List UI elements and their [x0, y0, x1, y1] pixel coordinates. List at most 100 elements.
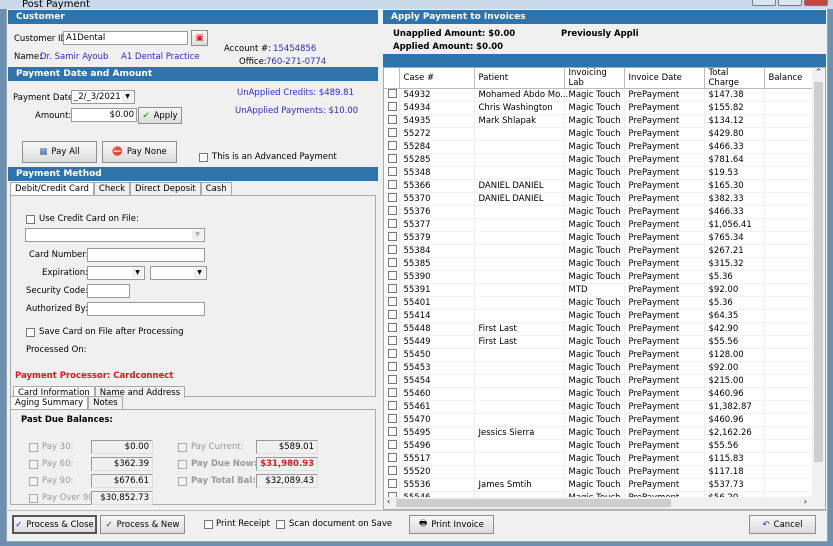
row-select-cell[interactable] — [384, 127, 400, 141]
tab-cash[interactable]: Cash — [200, 182, 232, 195]
table-row[interactable]: 55391 MTD PrePayment $92.00 — [384, 283, 813, 297]
table-row[interactable]: 55448 First Last Magic Touch PrePayment $42.… — [384, 322, 813, 336]
use-card-on-file-checkbox[interactable] — [26, 215, 35, 224]
row-checkbox[interactable] — [388, 453, 397, 462]
print-receipt-checkbox[interactable] — [204, 520, 213, 529]
pay-checkbox[interactable] — [29, 494, 38, 503]
row-checkbox[interactable] — [388, 193, 397, 202]
row-select-cell[interactable] — [384, 413, 400, 427]
scroll-left-icon[interactable]: ‹ — [387, 497, 390, 506]
table-row[interactable]: 54934 Chris Washington Magic Touch PrePayme… — [384, 101, 813, 115]
row-select-cell[interactable] — [384, 387, 400, 401]
pay-checkbox[interactable] — [178, 477, 187, 486]
table-row[interactable]: 55385 Magic Touch PrePayment $315.32 — [384, 257, 813, 271]
minimize-button[interactable] — [752, 0, 776, 6]
row-checkbox[interactable] — [388, 427, 397, 436]
row-select-cell[interactable] — [384, 101, 400, 115]
row-select-cell[interactable] — [384, 166, 400, 180]
card-on-file-select[interactable]: ▼ — [25, 228, 205, 242]
table-row[interactable]: 55348 Magic Touch PrePayment $19.53 — [384, 166, 813, 180]
scroll-thumb[interactable] — [814, 82, 823, 462]
table-row[interactable]: 55517 Magic Touch PrePayment $115.83 — [384, 452, 813, 466]
row-select-cell[interactable] — [384, 153, 400, 167]
row-checkbox[interactable] — [388, 375, 397, 384]
row-checkbox[interactable] — [388, 414, 397, 423]
table-row[interactable]: 55449 First Last Magic Touch PrePayment $55.… — [384, 335, 813, 349]
save-card-checkbox[interactable] — [26, 328, 35, 337]
row-select-cell[interactable] — [384, 283, 400, 297]
row-checkbox[interactable] — [388, 349, 397, 358]
row-checkbox[interactable] — [388, 128, 397, 137]
table-row[interactable]: 55285 Magic Touch PrePayment $781.64 — [384, 153, 813, 167]
row-select-cell[interactable] — [384, 465, 400, 479]
row-checkbox[interactable] — [388, 219, 397, 228]
table-row[interactable]: 55520 Magic Touch PrePayment $117.18 — [384, 465, 813, 479]
advanced-payment-checkbox[interactable] — [199, 153, 208, 162]
row-checkbox[interactable] — [388, 271, 397, 280]
row-checkbox[interactable] — [388, 362, 397, 371]
expiration-year-select[interactable]: ▼ — [150, 266, 207, 280]
row-checkbox[interactable] — [388, 102, 397, 111]
row-select-cell[interactable] — [384, 478, 400, 492]
print-invoice-button[interactable]: 🖶 Print Invoice — [409, 515, 494, 534]
scroll-thumb-h[interactable] — [396, 499, 671, 507]
table-row[interactable]: 54935 Mark Shlapak Magic Touch PrePayment $1… — [384, 114, 813, 128]
column-header[interactable]: Invoicing Lab — [564, 68, 625, 89]
tab-notes[interactable]: Notes — [88, 396, 123, 409]
row-checkbox[interactable] — [388, 466, 397, 475]
horizontal-scrollbar[interactable]: ‹ › — [384, 497, 825, 509]
pay-checkbox[interactable] — [29, 460, 38, 469]
table-row[interactable]: 55272 Magic Touch PrePayment $429.80 — [384, 127, 813, 141]
row-checkbox[interactable] — [388, 89, 397, 98]
table-row[interactable]: 55414 Magic Touch PrePayment $64.35 — [384, 309, 813, 323]
amount-input[interactable]: $0.00 — [71, 108, 137, 122]
tab-debit-credit[interactable]: Debit/Credit Card — [10, 182, 94, 195]
scan-document-checkbox[interactable] — [276, 520, 285, 529]
row-checkbox[interactable] — [388, 245, 397, 254]
tab-check[interactable]: Check — [93, 182, 131, 195]
row-checkbox[interactable] — [388, 258, 397, 267]
table-row[interactable]: 55450 Magic Touch PrePayment $128.00 — [384, 348, 813, 362]
row-select-cell[interactable] — [384, 296, 400, 310]
row-checkbox[interactable] — [388, 206, 397, 215]
row-select-cell[interactable] — [384, 374, 400, 388]
column-header[interactable]: Balance — [764, 68, 813, 89]
row-select-cell[interactable] — [384, 231, 400, 245]
scroll-up-icon[interactable]: ^ — [812, 68, 825, 76]
customer-id-input[interactable]: A1Dental — [63, 31, 188, 45]
row-select-cell[interactable] — [384, 257, 400, 271]
row-select-cell[interactable] — [384, 88, 400, 102]
row-checkbox[interactable] — [388, 323, 397, 332]
row-checkbox[interactable] — [388, 154, 397, 163]
pay-none-button[interactable]: ⛔ Pay None — [102, 141, 177, 163]
cancel-button[interactable]: ↶ Cancel — [749, 515, 816, 534]
row-checkbox[interactable] — [388, 401, 397, 410]
row-select-cell[interactable] — [384, 140, 400, 154]
row-select-cell[interactable] — [384, 348, 400, 362]
row-select-cell[interactable] — [384, 309, 400, 323]
row-checkbox[interactable] — [388, 232, 397, 241]
row-checkbox[interactable] — [388, 479, 397, 488]
table-row[interactable]: 55390 Magic Touch PrePayment $5.36 — [384, 270, 813, 284]
card-number-input[interactable] — [87, 248, 205, 262]
expiration-month-select[interactable]: ▼ — [87, 266, 145, 280]
row-select-cell[interactable] — [384, 426, 400, 440]
table-row[interactable]: 55460 Magic Touch PrePayment $460.96 — [384, 387, 813, 401]
row-select-cell[interactable] — [384, 439, 400, 453]
table-row[interactable]: 55470 Magic Touch PrePayment $460.96 — [384, 413, 813, 427]
process-close-button[interactable]: ✓ Process & Close — [12, 515, 97, 534]
customer-lookup-button[interactable]: ▣ — [191, 30, 208, 46]
process-new-button[interactable]: ✓ Process & New — [100, 515, 185, 534]
pay-checkbox[interactable] — [29, 477, 38, 486]
row-select-cell[interactable] — [384, 322, 400, 336]
row-checkbox[interactable] — [388, 284, 397, 293]
row-checkbox[interactable] — [388, 336, 397, 345]
table-row[interactable]: 55401 Magic Touch PrePayment $5.36 — [384, 296, 813, 310]
close-button[interactable] — [804, 0, 828, 6]
row-checkbox[interactable] — [388, 115, 397, 124]
row-checkbox[interactable] — [388, 388, 397, 397]
row-select-cell[interactable] — [384, 179, 400, 193]
pay-checkbox[interactable] — [178, 443, 187, 452]
authorized-by-input[interactable] — [87, 302, 205, 316]
column-header[interactable]: Invoice Date — [624, 68, 705, 89]
